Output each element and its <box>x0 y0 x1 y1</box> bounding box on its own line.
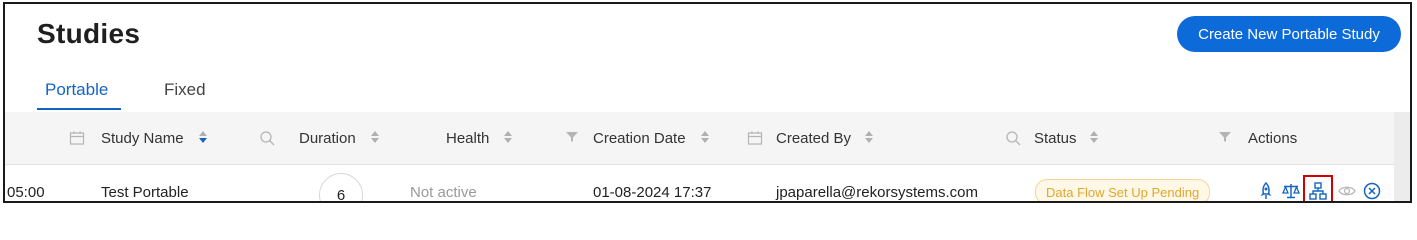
time-cell: 05:00 <box>7 184 45 201</box>
column-header-creation-date[interactable]: Creation Date <box>593 130 686 147</box>
column-header-created-by[interactable]: Created By <box>776 130 851 147</box>
page-title: Studies <box>37 18 141 49</box>
column-header-health[interactable]: Health <box>446 130 489 147</box>
filter-icon[interactable] <box>565 130 579 147</box>
status-badge: Data Flow Set Up Pending <box>1035 179 1211 201</box>
sort-icon[interactable] <box>1089 130 1099 145</box>
column-header-actions: Actions <box>1248 130 1298 147</box>
active-tab-indicator <box>37 108 121 110</box>
studies-panel: Studies Create New Portable Study Portab… <box>3 2 1412 203</box>
table-header: Study Name Duration Health Creation Date… <box>5 112 1394 165</box>
column-header-status[interactable]: Status <box>1034 130 1077 147</box>
hierarchy-icon[interactable] <box>1308 181 1328 201</box>
close-circle-icon[interactable] <box>1362 181 1382 201</box>
column-header-study-name[interactable]: Study Name <box>101 130 184 147</box>
sort-icon[interactable] <box>198 130 208 145</box>
vertical-scrollbar[interactable] <box>1394 112 1410 201</box>
scale-icon[interactable] <box>1281 181 1301 201</box>
rocket-icon[interactable] <box>1256 181 1276 201</box>
tab-portable[interactable]: Portable <box>45 80 108 100</box>
health-cell: Not active <box>410 184 477 201</box>
duration-badge: 6 <box>319 173 363 201</box>
sort-icon[interactable] <box>503 130 513 145</box>
search-icon[interactable] <box>259 130 275 149</box>
filter-icon[interactable] <box>1218 130 1232 147</box>
create-new-portable-study-button[interactable]: Create New Portable Study <box>1177 16 1401 52</box>
creation-date-cell: 01-08-2024 17:37 <box>593 184 712 201</box>
calendar-icon[interactable] <box>69 130 85 149</box>
eye-icon[interactable] <box>1337 181 1357 201</box>
sort-icon[interactable] <box>700 130 710 145</box>
calendar-icon[interactable] <box>747 130 763 149</box>
sort-icon[interactable] <box>864 130 874 145</box>
tab-fixed[interactable]: Fixed <box>164 80 206 100</box>
table-row[interactable]: 05:00 Test Portable 6 Not active 01-08-2… <box>5 165 1394 201</box>
search-icon[interactable] <box>1005 130 1021 149</box>
column-header-duration[interactable]: Duration <box>299 130 356 147</box>
study-name-cell[interactable]: Test Portable <box>101 184 189 201</box>
sort-icon[interactable] <box>370 130 380 145</box>
created-by-cell: jpaparella@rekorsystems.com <box>776 184 978 201</box>
